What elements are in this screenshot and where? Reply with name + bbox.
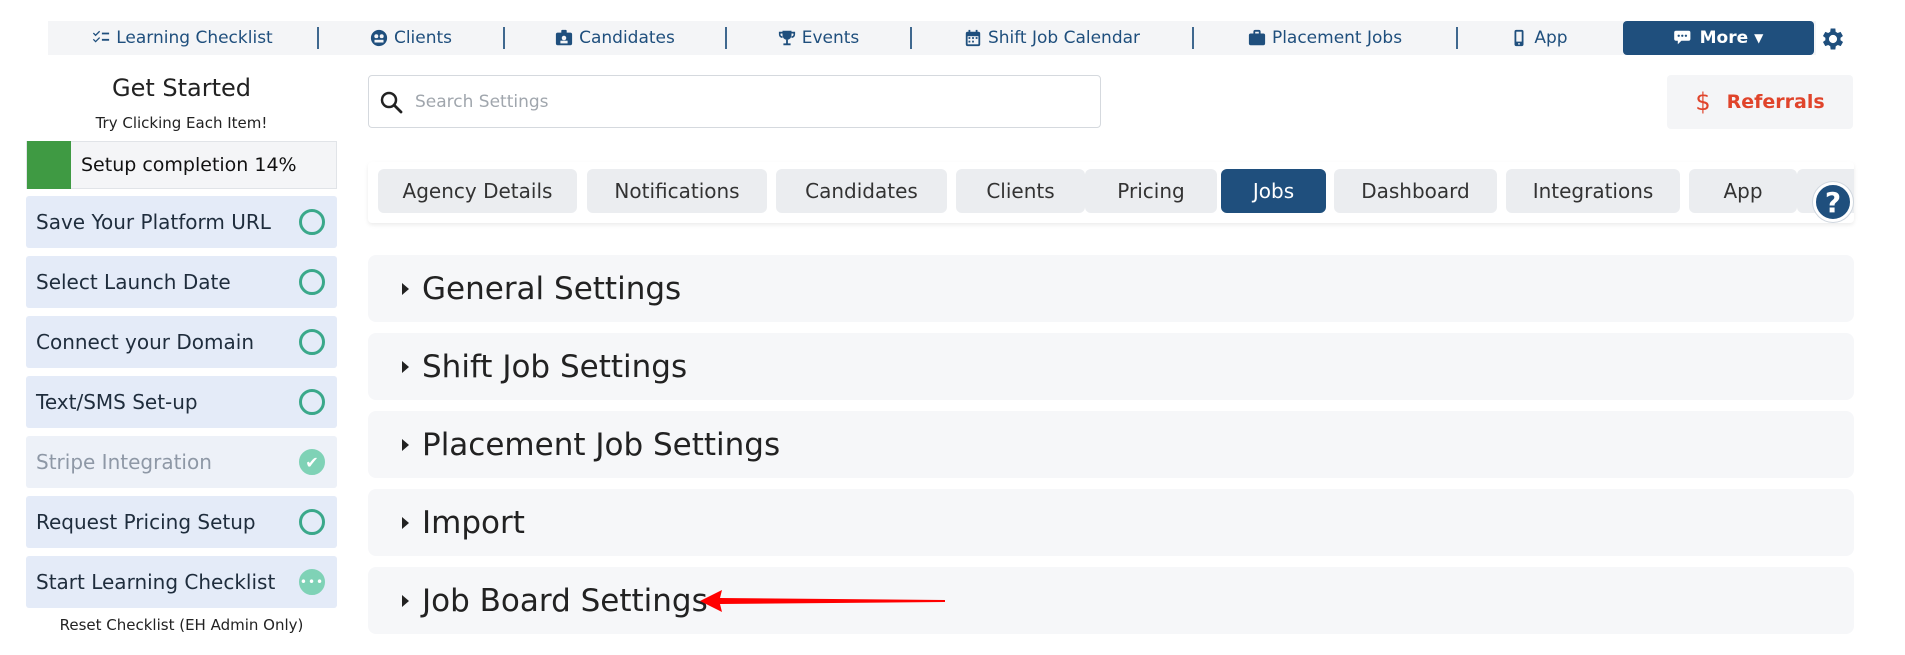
nav-label: Shift Job Calendar <box>987 28 1141 48</box>
gear-icon <box>1822 28 1844 50</box>
checklist-step[interactable]: Request Pricing Setup <box>26 496 337 548</box>
accordion-job-board-settings[interactable]: Job Board Settings <box>368 567 1854 634</box>
caret-right-icon <box>402 282 409 295</box>
get-started-sidebar: Get Started Try Clicking Each Item! Setu… <box>26 74 337 634</box>
step-label: Save Your Platform URL <box>36 210 271 234</box>
nav-placement-jobs[interactable]: Placement Jobs <box>1194 21 1456 55</box>
empty-circle-icon <box>299 389 325 415</box>
referrals-button[interactable]: $ Referrals <box>1667 75 1853 129</box>
tab-app[interactable]: App <box>1689 169 1797 213</box>
accordion-label: Job Board Settings <box>422 582 708 619</box>
step-label: Select Launch Date <box>36 270 231 294</box>
nav-events[interactable]: Events <box>727 21 910 55</box>
setup-progress-bar: Setup completion 14% <box>26 141 337 189</box>
ellipsis-circle-icon: ••• <box>299 569 325 595</box>
accordion-label: Import <box>422 504 525 541</box>
referrals-label: Referrals <box>1726 91 1825 113</box>
tab-dashboard[interactable]: Dashboard <box>1334 169 1497 213</box>
more-label: More <box>1699 28 1749 48</box>
tab-clients[interactable]: Clients <box>956 169 1085 213</box>
nav-label: Candidates <box>579 28 675 48</box>
checklist-step[interactable]: Select Launch Date <box>26 256 337 308</box>
search-settings-box[interactable] <box>368 75 1101 128</box>
caret-right-icon <box>402 594 409 607</box>
id-badge-icon <box>556 29 573 46</box>
accordion-general-settings[interactable]: General Settings <box>368 255 1854 322</box>
caret-right-icon <box>402 438 409 451</box>
nav-shift-job-calendar[interactable]: Shift Job Calendar <box>912 21 1192 55</box>
top-navigation: Learning Checklist Clients Candidates Ev… <box>48 21 1816 55</box>
step-label: Stripe Integration <box>36 450 212 474</box>
nav-label: Clients <box>393 28 453 48</box>
checklist-step[interactable]: Start Learning Checklist ••• <box>26 556 337 608</box>
nav-divider <box>725 27 727 49</box>
nav-divider <box>1192 27 1194 49</box>
sidebar-title: Get Started <box>111 74 252 102</box>
accordion-label: Placement Job Settings <box>422 426 781 463</box>
accordion-import[interactable]: Import <box>368 489 1854 556</box>
more-menu-button[interactable]: More ▼ <box>1623 21 1814 55</box>
nav-divider <box>1456 27 1458 49</box>
dollar-icon: $ <box>1695 88 1711 116</box>
settings-tabs: Agency Details Notifications Candidates Cli… <box>368 162 1854 223</box>
nav-divider <box>503 27 505 49</box>
briefcase-icon <box>1248 29 1266 46</box>
search-input[interactable] <box>415 91 1055 112</box>
calendar-icon <box>965 29 981 47</box>
mobile-icon <box>1514 29 1524 47</box>
nav-clients[interactable]: Clients <box>319 21 503 55</box>
tab-notifications[interactable]: Notifications <box>587 169 767 213</box>
step-label: Text/SMS Set-up <box>36 390 198 414</box>
accordion-label: Shift Job Settings <box>422 348 688 385</box>
nav-learning-checklist[interactable]: Learning Checklist <box>48 21 317 55</box>
progress-fill <box>27 141 71 189</box>
tab-jobs[interactable]: Jobs <box>1221 169 1326 213</box>
tab-pricing[interactable]: Pricing <box>1085 169 1217 213</box>
nav-label: Placement Jobs <box>1271 28 1403 48</box>
accordion-shift-job-settings[interactable]: Shift Job Settings <box>368 333 1854 400</box>
nav-label: Learning Checklist <box>116 28 273 48</box>
step-label: Request Pricing Setup <box>36 510 256 534</box>
annotation-arrow <box>700 590 945 612</box>
help-label: ? <box>1824 185 1842 219</box>
caret-right-icon <box>402 360 409 373</box>
comments-icon <box>1673 30 1691 45</box>
globe-icon <box>370 29 388 47</box>
caret-right-icon <box>402 516 409 529</box>
checklist-step[interactable]: Text/SMS Set-up <box>26 376 337 428</box>
step-label: Connect your Domain <box>36 330 254 354</box>
reset-checklist-link[interactable]: Reset Checklist (EH Admin Only) <box>26 616 337 634</box>
empty-circle-icon <box>299 329 325 355</box>
sidebar-subtitle: Try Clicking Each Item! <box>95 114 268 132</box>
tab-candidates[interactable]: Candidates <box>776 169 947 213</box>
check-circle-icon: ✔ <box>299 449 325 475</box>
checklist-step[interactable]: Save Your Platform URL <box>26 196 337 248</box>
checklist-icon <box>93 30 110 43</box>
nav-candidates[interactable]: Candidates <box>505 21 725 55</box>
nav-label: Events <box>801 28 860 48</box>
tab-agency-details[interactable]: Agency Details <box>378 169 577 213</box>
help-button[interactable]: ? <box>1813 182 1853 222</box>
empty-circle-icon <box>299 269 325 295</box>
progress-label: Setup completion 14% <box>81 154 297 176</box>
nav-divider <box>317 27 319 49</box>
settings-gear-button[interactable] <box>1819 25 1847 53</box>
nav-label: App <box>1534 28 1568 48</box>
accordion-placement-job-settings[interactable]: Placement Job Settings <box>368 411 1854 478</box>
checklist-step[interactable]: Connect your Domain <box>26 316 337 368</box>
checklist-step[interactable]: Stripe Integration ✔ <box>26 436 337 488</box>
nav-divider <box>910 27 912 49</box>
accordion-label: General Settings <box>422 270 682 307</box>
empty-circle-icon <box>299 509 325 535</box>
tab-integrations[interactable]: Integrations <box>1506 169 1680 213</box>
step-label: Start Learning Checklist <box>36 570 276 594</box>
trophy-icon <box>778 30 795 46</box>
search-icon <box>380 91 403 113</box>
caret-down-icon: ▼ <box>1754 31 1764 45</box>
nav-app[interactable]: App <box>1458 21 1620 55</box>
empty-circle-icon <box>299 209 325 235</box>
